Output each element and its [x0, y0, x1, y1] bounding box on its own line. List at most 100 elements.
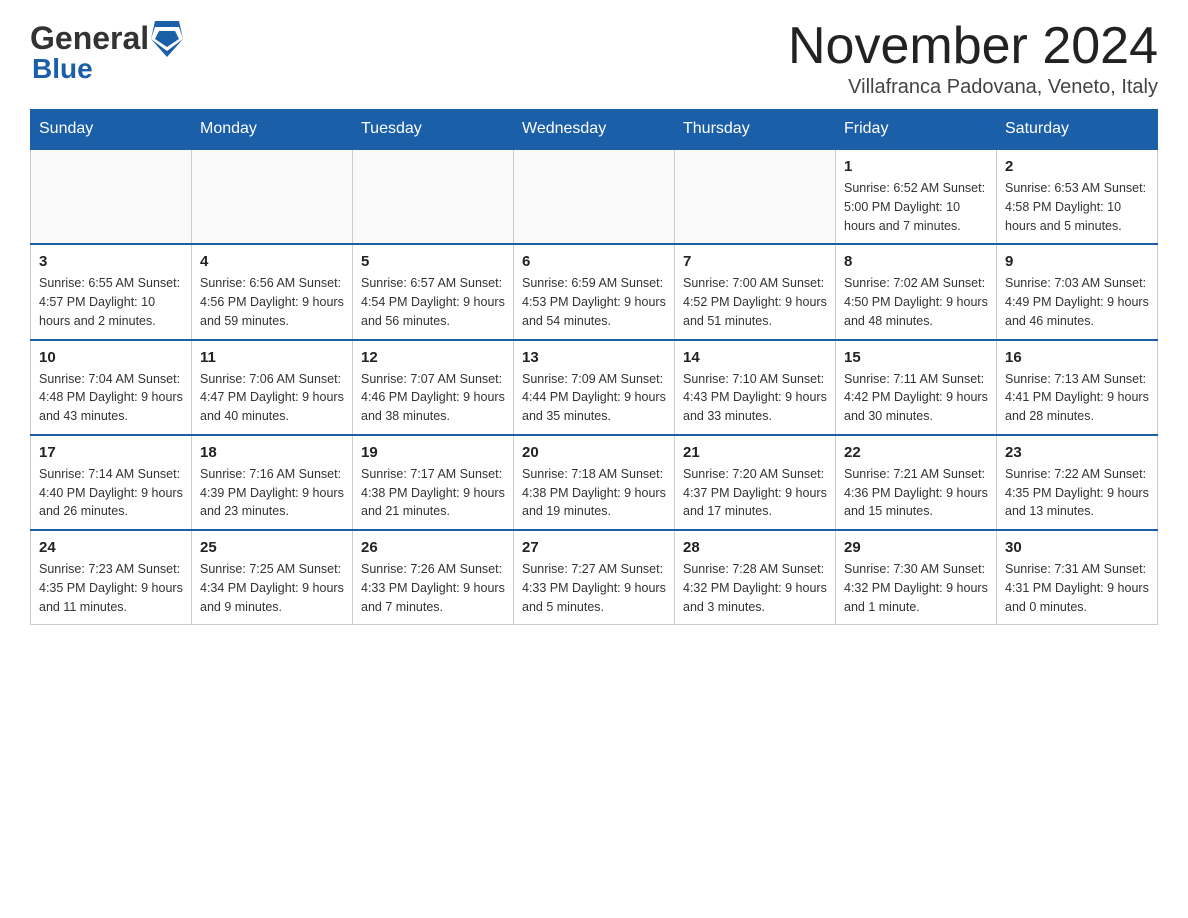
- day-number: 7: [683, 253, 827, 270]
- day-info: Sunrise: 6:57 AM Sunset: 4:54 PM Dayligh…: [361, 274, 505, 330]
- calendar-table: SundayMondayTuesdayWednesdayThursdayFrid…: [30, 109, 1158, 625]
- day-number: 20: [522, 444, 666, 461]
- day-info: Sunrise: 7:10 AM Sunset: 4:43 PM Dayligh…: [683, 370, 827, 426]
- day-info: Sunrise: 7:22 AM Sunset: 4:35 PM Dayligh…: [1005, 465, 1149, 521]
- day-info: Sunrise: 6:59 AM Sunset: 4:53 PM Dayligh…: [522, 274, 666, 330]
- calendar-header-row: SundayMondayTuesdayWednesdayThursdayFrid…: [31, 110, 1158, 150]
- location: Villafranca Padovana, Veneto, Italy: [788, 76, 1158, 99]
- calendar-header-saturday: Saturday: [997, 110, 1158, 150]
- calendar-cell: [31, 149, 192, 244]
- calendar-cell: 8 Sunrise: 7:02 AM Sunset: 4:50 PM Daylig…: [836, 244, 997, 339]
- calendar-cell: 28 Sunrise: 7:28 AM Sunset: 4:32 PM Dayli…: [675, 530, 836, 625]
- calendar-header-wednesday: Wednesday: [514, 110, 675, 150]
- day-number: 1: [844, 158, 988, 175]
- day-info: Sunrise: 7:30 AM Sunset: 4:32 PM Dayligh…: [844, 560, 988, 616]
- day-number: 10: [39, 349, 183, 366]
- day-info: Sunrise: 6:52 AM Sunset: 5:00 PM Dayligh…: [844, 179, 988, 235]
- calendar-cell: 2Sunrise: 6:53 AM Sunset: 4:58 PM Daylig…: [997, 149, 1158, 244]
- calendar-cell: [675, 149, 836, 244]
- day-number: 25: [200, 539, 344, 556]
- day-number: 4: [200, 253, 344, 270]
- month-title: November 2024: [788, 20, 1158, 72]
- day-number: 23: [1005, 444, 1149, 461]
- day-number: 19: [361, 444, 505, 461]
- calendar-cell: 21Sunrise: 7:20 AM Sunset: 4:37 PM Dayli…: [675, 435, 836, 530]
- calendar-cell: 30 Sunrise: 7:31 AM Sunset: 4:31 PM Dayli…: [997, 530, 1158, 625]
- title-block: November 2024 Villafranca Padovana, Vene…: [788, 20, 1158, 99]
- calendar-cell: 5 Sunrise: 6:57 AM Sunset: 4:54 PM Daylig…: [353, 244, 514, 339]
- calendar-week-row: 17Sunrise: 7:14 AM Sunset: 4:40 PM Dayli…: [31, 435, 1158, 530]
- day-info: Sunrise: 7:16 AM Sunset: 4:39 PM Dayligh…: [200, 465, 344, 521]
- calendar-cell: [192, 149, 353, 244]
- calendar-cell: 19Sunrise: 7:17 AM Sunset: 4:38 PM Dayli…: [353, 435, 514, 530]
- calendar-cell: 9 Sunrise: 7:03 AM Sunset: 4:49 PM Daylig…: [997, 244, 1158, 339]
- calendar-cell: 17Sunrise: 7:14 AM Sunset: 4:40 PM Dayli…: [31, 435, 192, 530]
- day-info: Sunrise: 7:21 AM Sunset: 4:36 PM Dayligh…: [844, 465, 988, 521]
- calendar-cell: 10Sunrise: 7:04 AM Sunset: 4:48 PM Dayli…: [31, 340, 192, 435]
- calendar-week-row: 10Sunrise: 7:04 AM Sunset: 4:48 PM Dayli…: [31, 340, 1158, 435]
- day-info: Sunrise: 7:09 AM Sunset: 4:44 PM Dayligh…: [522, 370, 666, 426]
- calendar-cell: 25 Sunrise: 7:25 AM Sunset: 4:34 PM Dayli…: [192, 530, 353, 625]
- day-info: Sunrise: 7:07 AM Sunset: 4:46 PM Dayligh…: [361, 370, 505, 426]
- day-info: Sunrise: 7:14 AM Sunset: 4:40 PM Dayligh…: [39, 465, 183, 521]
- day-number: 29: [844, 539, 988, 556]
- calendar-cell: 20 Sunrise: 7:18 AM Sunset: 4:38 PM Dayli…: [514, 435, 675, 530]
- day-number: 11: [200, 349, 344, 366]
- day-info: Sunrise: 7:11 AM Sunset: 4:42 PM Dayligh…: [844, 370, 988, 426]
- logo-arrow-icon: [151, 21, 183, 57]
- calendar-header-friday: Friday: [836, 110, 997, 150]
- page-header: General Blue November 2024 Villafranca P…: [30, 20, 1158, 99]
- day-info: Sunrise: 7:27 AM Sunset: 4:33 PM Dayligh…: [522, 560, 666, 616]
- calendar-cell: 11 Sunrise: 7:06 AM Sunset: 4:47 PM Dayli…: [192, 340, 353, 435]
- calendar-cell: 16Sunrise: 7:13 AM Sunset: 4:41 PM Dayli…: [997, 340, 1158, 435]
- day-number: 27: [522, 539, 666, 556]
- day-number: 28: [683, 539, 827, 556]
- day-info: Sunrise: 7:13 AM Sunset: 4:41 PM Dayligh…: [1005, 370, 1149, 426]
- day-number: 9: [1005, 253, 1149, 270]
- day-number: 24: [39, 539, 183, 556]
- day-number: 30: [1005, 539, 1149, 556]
- calendar-cell: 7 Sunrise: 7:00 AM Sunset: 4:52 PM Daylig…: [675, 244, 836, 339]
- day-number: 15: [844, 349, 988, 366]
- day-info: Sunrise: 7:03 AM Sunset: 4:49 PM Dayligh…: [1005, 274, 1149, 330]
- calendar-cell: [353, 149, 514, 244]
- calendar-cell: 3Sunrise: 6:55 AM Sunset: 4:57 PM Daylig…: [31, 244, 192, 339]
- day-info: Sunrise: 7:23 AM Sunset: 4:35 PM Dayligh…: [39, 560, 183, 616]
- logo-blue: Blue: [32, 53, 93, 85]
- day-info: Sunrise: 7:31 AM Sunset: 4:31 PM Dayligh…: [1005, 560, 1149, 616]
- calendar-cell: 26 Sunrise: 7:26 AM Sunset: 4:33 PM Dayli…: [353, 530, 514, 625]
- day-number: 5: [361, 253, 505, 270]
- calendar-cell: 22Sunrise: 7:21 AM Sunset: 4:36 PM Dayli…: [836, 435, 997, 530]
- day-number: 18: [200, 444, 344, 461]
- calendar-header-sunday: Sunday: [31, 110, 192, 150]
- logo-general: General: [30, 20, 149, 57]
- day-info: Sunrise: 7:26 AM Sunset: 4:33 PM Dayligh…: [361, 560, 505, 616]
- calendar-week-row: 24 Sunrise: 7:23 AM Sunset: 4:35 PM Dayli…: [31, 530, 1158, 625]
- calendar-header-tuesday: Tuesday: [353, 110, 514, 150]
- day-info: Sunrise: 7:02 AM Sunset: 4:50 PM Dayligh…: [844, 274, 988, 330]
- day-info: Sunrise: 7:25 AM Sunset: 4:34 PM Dayligh…: [200, 560, 344, 616]
- calendar-week-row: 1 Sunrise: 6:52 AM Sunset: 5:00 PM Daylig…: [31, 149, 1158, 244]
- day-number: 26: [361, 539, 505, 556]
- day-info: Sunrise: 7:18 AM Sunset: 4:38 PM Dayligh…: [522, 465, 666, 521]
- day-number: 14: [683, 349, 827, 366]
- calendar-cell: 18 Sunrise: 7:16 AM Sunset: 4:39 PM Dayli…: [192, 435, 353, 530]
- day-info: Sunrise: 7:28 AM Sunset: 4:32 PM Dayligh…: [683, 560, 827, 616]
- day-info: Sunrise: 6:56 AM Sunset: 4:56 PM Dayligh…: [200, 274, 344, 330]
- calendar-cell: 23 Sunrise: 7:22 AM Sunset: 4:35 PM Dayli…: [997, 435, 1158, 530]
- calendar-cell: 13Sunrise: 7:09 AM Sunset: 4:44 PM Dayli…: [514, 340, 675, 435]
- day-info: Sunrise: 7:06 AM Sunset: 4:47 PM Dayligh…: [200, 370, 344, 426]
- calendar-cell: 27 Sunrise: 7:27 AM Sunset: 4:33 PM Dayli…: [514, 530, 675, 625]
- calendar-header-thursday: Thursday: [675, 110, 836, 150]
- day-number: 21: [683, 444, 827, 461]
- calendar-cell: 14 Sunrise: 7:10 AM Sunset: 4:43 PM Dayli…: [675, 340, 836, 435]
- day-number: 6: [522, 253, 666, 270]
- day-number: 8: [844, 253, 988, 270]
- day-info: Sunrise: 6:55 AM Sunset: 4:57 PM Dayligh…: [39, 274, 183, 330]
- day-number: 12: [361, 349, 505, 366]
- day-info: Sunrise: 7:00 AM Sunset: 4:52 PM Dayligh…: [683, 274, 827, 330]
- calendar-cell: 6 Sunrise: 6:59 AM Sunset: 4:53 PM Daylig…: [514, 244, 675, 339]
- calendar-cell: [514, 149, 675, 244]
- calendar-cell: 4 Sunrise: 6:56 AM Sunset: 4:56 PM Daylig…: [192, 244, 353, 339]
- day-number: 2: [1005, 158, 1149, 175]
